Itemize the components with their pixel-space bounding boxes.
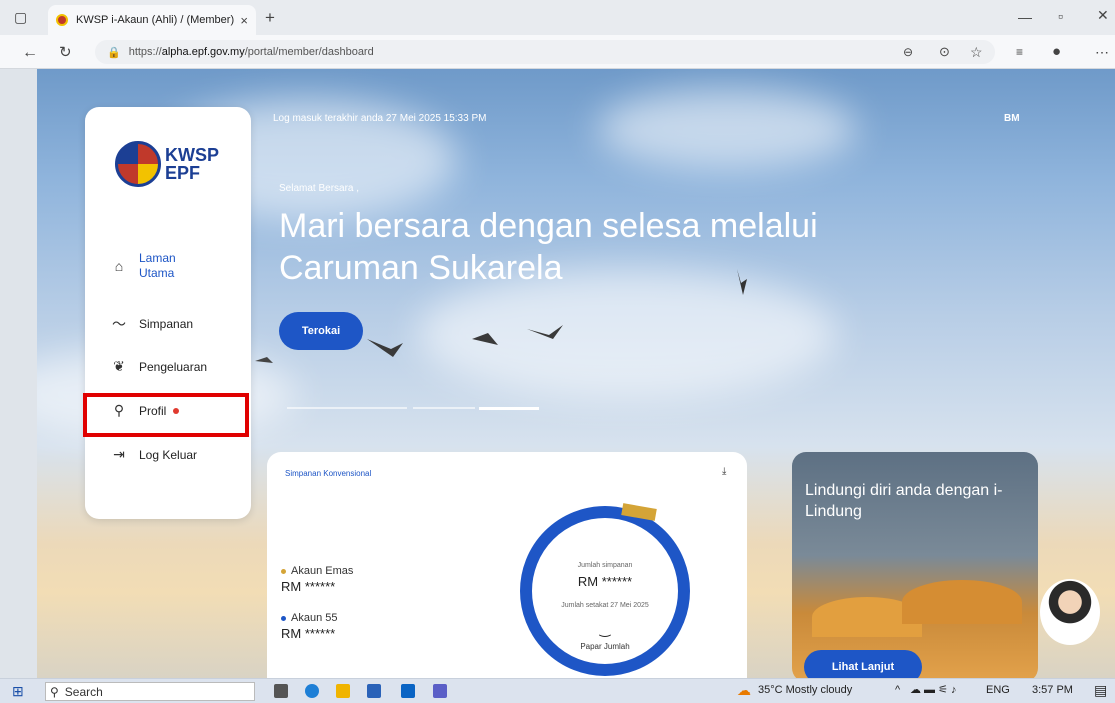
highlight-box <box>83 393 249 437</box>
sidebar-item-simpanan[interactable]: 〜 Simpanan <box>109 314 193 334</box>
sidebar-item-label: Laman Utama <box>139 251 176 280</box>
notifications-icon[interactable]: ▤ <box>1094 682 1107 699</box>
sidebar-item-label: Simpanan <box>139 317 194 331</box>
back-icon[interactable]: ← <box>22 45 38 61</box>
url-path: /portal/member/dashboard <box>244 46 374 58</box>
account-amount: RM ****** <box>281 579 336 594</box>
windows-taskbar: ⊞ ⚲ Search ☁ 35°C Mostly cloudy ^ ☁ ▬ ⚟ … <box>0 678 1115 703</box>
refresh-icon[interactable]: ↻ <box>59 45 72 60</box>
tab-actions-icon[interactable]: ▢ <box>14 10 27 24</box>
edge-icon[interactable] <box>305 684 319 698</box>
logout-icon: ⇥ <box>113 446 125 462</box>
weather-text[interactable]: 35°C Mostly cloudy <box>758 684 852 696</box>
restore-icon[interactable]: ▫ <box>1058 9 1063 23</box>
account-55: Akaun 55 RM ****** <box>281 612 337 641</box>
promo-title: Lindungi diri anda dengan i-Lindung <box>805 482 1003 520</box>
logo-epf: EPF <box>165 163 201 183</box>
savings-donut: Jumlah simpanan RM ****** Jumlah setakat… <box>520 503 690 676</box>
teams-icon[interactable] <box>433 684 447 698</box>
gold-bullet-icon <box>281 568 286 574</box>
carousel-indicator[interactable] <box>287 407 407 409</box>
kwsp-emblem-icon <box>115 141 161 187</box>
weather-icon: ☁ <box>737 682 751 698</box>
browser-tab-strip: ▢ KWSP i-Akaun (Ahli) / (Member) | × + —… <box>0 0 1115 35</box>
greeting-text: Selamat Bersara , <box>279 183 360 194</box>
zoom-icon[interactable]: ⊖ <box>903 46 913 58</box>
tab-title: KWSP i-Akaun (Ahli) / (Member) | <box>76 14 235 26</box>
url-domain: alpha.epf.gov.my <box>161 46 245 58</box>
umbrella-decoration <box>902 580 1022 624</box>
file-explorer-icon[interactable] <box>336 684 350 698</box>
home-icon: ⌂ <box>114 258 124 274</box>
logo-kwsp: KWSP <box>165 145 219 165</box>
eye-closed-icon[interactable]: ‿ <box>532 622 678 638</box>
address-bar-row: ← ↻ 🔒 https://alpha.epf.gov.my/portal/me… <box>0 35 1115 69</box>
savings-card: Simpanan Konvensional ⤓ Akaun Emas RM **… <box>267 452 747 678</box>
language-toggle[interactable]: BM <box>1004 113 1020 124</box>
show-total-button[interactable]: Papar Jumlah <box>532 642 678 651</box>
dashboard-page: KWSP EPF ⌂ Laman Utama 〜 Simpanan ❦ Peng… <box>37 69 1115 678</box>
browser-tab[interactable]: KWSP i-Akaun (Ahli) / (Member) | × <box>48 5 256 35</box>
kwsp-logo[interactable]: KWSP EPF <box>115 141 219 187</box>
task-view-icon[interactable] <box>274 684 288 698</box>
total-amount: RM ****** <box>577 574 633 589</box>
store-icon[interactable] <box>367 684 381 698</box>
clock[interactable]: 3:57 PM <box>1032 684 1073 696</box>
chat-assistant-avatar[interactable] <box>1040 579 1100 645</box>
tab-close-icon[interactable]: × <box>240 13 248 28</box>
favorite-star-icon[interactable]: ☆ <box>970 45 983 59</box>
tray-chevron-icon[interactable]: ^ <box>895 684 900 696</box>
url-prefix: https:// <box>128 46 162 58</box>
kwsp-favicon-icon <box>56 14 68 26</box>
account-amount: RM ****** <box>281 626 336 641</box>
url-field[interactable]: 🔒 https://alpha.epf.gov.my/portal/member… <box>95 40 995 64</box>
more-icon[interactable]: ⋯ <box>1095 45 1109 59</box>
lihat-lanjut-button[interactable]: Lihat Lanjut <box>804 650 922 678</box>
last-login-text: Log masuk terakhir anda 27 Mei 2025 15:3… <box>273 113 487 124</box>
search-placeholder: Search <box>64 684 103 699</box>
minimize-icon[interactable]: — <box>1018 10 1032 24</box>
lock-icon: 🔒 <box>107 46 121 59</box>
sidebar: KWSP EPF ⌂ Laman Utama 〜 Simpanan ❦ Peng… <box>85 107 251 519</box>
favorites-list-icon[interactable]: ≡ <box>1016 46 1023 58</box>
sidebar-item-label: Pengeluaran <box>139 359 208 374</box>
total-label: Jumlah simpanan <box>577 562 633 569</box>
windows-start-icon[interactable]: ⊞ <box>12 683 24 700</box>
trend-icon: 〜 <box>112 316 126 332</box>
search-icon: ⚲ <box>50 684 59 699</box>
account-name: Akaun Emas <box>291 565 354 577</box>
profile-icon[interactable]: ● <box>1052 44 1061 59</box>
taskbar-search[interactable]: ⚲ Search <box>45 682 255 701</box>
carousel-indicator-active[interactable] <box>479 407 539 410</box>
donut-gold-segment <box>621 503 657 521</box>
account-name: Akaun 55 <box>291 612 338 624</box>
sidebar-item-label: Log Keluar <box>139 447 198 462</box>
sidebar-item-pengeluaran[interactable]: ❦ Pengeluaran <box>109 358 207 375</box>
promo-card: Lindungi diri anda dengan i-Lindung Liha… <box>792 452 1038 678</box>
account-emas: Akaun Emas RM ****** <box>281 565 353 594</box>
as-of-date: Jumlah setakat 27 Mei 2025 <box>561 602 649 609</box>
sidebar-item-laman-utama[interactable]: ⌂ Laman Utama <box>109 251 189 281</box>
sidebar-item-log-keluar[interactable]: ⇥ Log Keluar <box>109 446 197 463</box>
savings-card-title: Simpanan Konvensional <box>285 469 372 478</box>
language-indicator[interactable]: ENG <box>986 684 1010 696</box>
tray-icons[interactable]: ☁ ▬ ⚟ ♪ <box>910 683 957 696</box>
birds-decoration <box>255 269 747 363</box>
outlook-icon[interactable] <box>401 684 415 698</box>
cloud-decoration <box>597 89 857 169</box>
blue-bullet-icon <box>281 615 286 621</box>
leaf-icon: ❦ <box>113 358 125 374</box>
reading-view-icon[interactable]: ⊙ <box>939 45 950 58</box>
new-tab-button[interactable]: + <box>265 9 275 26</box>
download-icon[interactable]: ⤓ <box>722 466 726 477</box>
carousel-indicator[interactable] <box>413 407 475 409</box>
window-close-icon[interactable]: ✕ <box>1097 8 1109 22</box>
